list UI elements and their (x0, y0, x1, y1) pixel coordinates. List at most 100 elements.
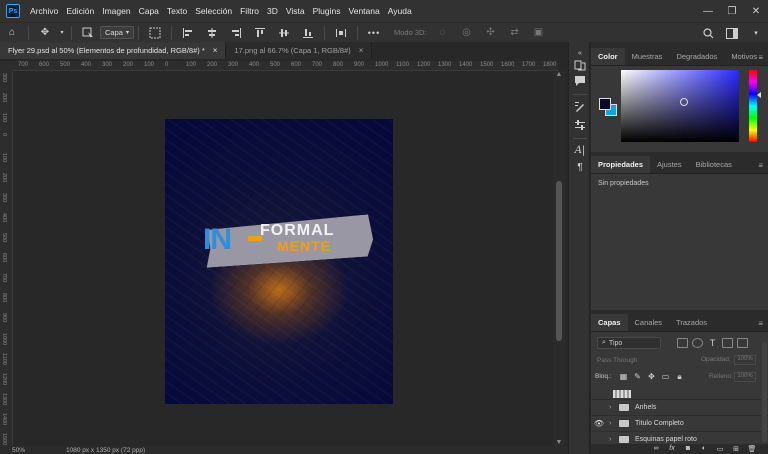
ruler-corner[interactable] (0, 61, 13, 71)
menu-filtro[interactable]: Filtro (236, 0, 263, 22)
character-icon[interactable]: A| (573, 143, 587, 157)
tab-17-png[interactable]: 17.png al 66.7% (Capa 1, RGB/8#) × (226, 42, 373, 59)
opacity-input[interactable]: 100% (734, 355, 756, 365)
chevron-right-icon[interactable]: › (609, 404, 617, 411)
paragraph-icon[interactable]: ¶ (573, 160, 587, 174)
menu-vista[interactable]: Vista (282, 0, 309, 22)
tab-muestras[interactable]: Muestras (625, 48, 670, 65)
align-right-icon[interactable] (229, 26, 243, 40)
tab-propiedades[interactable]: Propiedades (591, 156, 651, 173)
slide-3d-icon[interactable]: ⇄ (508, 26, 522, 40)
close-tab-icon[interactable]: × (359, 46, 364, 55)
lock-all-icon[interactable]: 🔒︎ (675, 372, 684, 381)
home-icon[interactable]: ⌂ (5, 26, 19, 40)
align-top-icon[interactable] (253, 26, 267, 40)
move-tool-icon[interactable]: ✥ (38, 26, 52, 40)
lock-transparent-icon[interactable]: ▦ (619, 372, 628, 381)
menu-imagen[interactable]: Imagen (98, 0, 134, 22)
orbit-3d-icon[interactable]: ◌ (436, 26, 450, 40)
chevron-right-icon[interactable]: › (609, 420, 617, 427)
tab-bibliotecas[interactable]: Bibliotecas (689, 156, 739, 173)
close-tab-icon[interactable]: × (213, 46, 218, 55)
adjustments-sliders-icon[interactable] (573, 118, 587, 132)
menu-ayuda[interactable]: Ayuda (384, 0, 416, 22)
color-picker-marker[interactable] (680, 98, 688, 106)
align-center-icon[interactable] (205, 26, 219, 40)
scroll-down-icon[interactable]: ▼ (553, 439, 565, 446)
adjustment-icon[interactable]: ◐ (699, 445, 709, 454)
horizontal-ruler[interactable]: 700 600 500 400 300 200 100 0 100 200 300 400 500 600… (13, 61, 558, 71)
scroll-up-icon[interactable]: ▲ (553, 71, 565, 78)
fill-input[interactable]: 100% (734, 372, 756, 382)
menu-capa[interactable]: Capa (135, 0, 163, 22)
more-options-icon[interactable]: ••• (367, 26, 381, 40)
tab-capas[interactable]: Capas (591, 314, 628, 331)
scroll-thumb[interactable] (556, 181, 562, 341)
tab-degradados[interactable]: Degradados (669, 48, 724, 65)
align-left-icon[interactable] (181, 26, 195, 40)
canvas-vertical-scrollbar[interactable]: ▲ ▼ (553, 71, 565, 446)
lock-artboard-icon[interactable]: ▭ (661, 372, 670, 381)
restore-button[interactable]: ❐ (720, 6, 744, 17)
roll-3d-icon[interactable]: ◎ (460, 26, 474, 40)
layers-scrollbar[interactable] (762, 342, 767, 442)
tab-trazados[interactable]: Trazados (669, 314, 714, 331)
layer-filter-select[interactable]: ⌕ Tipo (597, 337, 661, 349)
layer-select[interactable]: Capa ▾ (100, 26, 134, 39)
align-bottom-icon[interactable] (301, 26, 315, 40)
color-picker-field[interactable] (621, 70, 739, 142)
layer-row[interactable]: 👁︎ › Titulo Completo (591, 415, 768, 431)
trash-icon[interactable]: 🗑︎ (747, 445, 757, 454)
close-window-button[interactable]: ✕ (744, 6, 768, 17)
blend-mode-select[interactable]: Pass Through (597, 355, 677, 366)
menu-edicion[interactable]: Edición (62, 0, 98, 22)
menu-ventana[interactable]: Ventana (345, 0, 384, 22)
brush-settings-icon[interactable] (573, 100, 587, 114)
lock-pixels-icon[interactable]: ✎ (633, 372, 642, 381)
minimize-button[interactable]: — (696, 6, 720, 17)
document-canvas[interactable]: IN FORMAL MENTE (165, 119, 393, 404)
panel-menu-icon[interactable]: ≡ (758, 53, 763, 62)
eye-icon[interactable]: 👁︎ (591, 419, 607, 428)
history-icon[interactable] (573, 58, 587, 72)
distribute-icon[interactable] (334, 26, 348, 40)
search-icon[interactable] (701, 26, 715, 40)
tab-flyer-29[interactable]: Flyer 29.psd al 50% (Elementos de profun… (0, 42, 227, 59)
panel-menu-icon[interactable]: ≡ (758, 161, 763, 170)
lock-position-icon[interactable]: ✥ (647, 372, 656, 381)
tab-canales[interactable]: Canales (628, 314, 670, 331)
comments-icon[interactable] (573, 74, 587, 88)
drag-3d-icon[interactable]: ✣ (484, 26, 498, 40)
tab-color[interactable]: Color (591, 48, 625, 65)
hue-slider-handle[interactable] (757, 92, 761, 98)
align-middle-icon[interactable] (277, 26, 291, 40)
canvas-area[interactable]: IN FORMAL MENTE (13, 71, 553, 446)
chevron-right-icon[interactable]: › (609, 436, 617, 443)
menu-plugins[interactable]: Plugins (309, 0, 345, 22)
type-filter-icon[interactable]: T (707, 338, 718, 348)
chevron-down-icon[interactable]: ▾ (749, 26, 763, 40)
new-layer-icon[interactable]: ⊞ (731, 445, 741, 454)
shape-filter-icon[interactable] (722, 338, 733, 348)
smart-object-filter-icon[interactable] (737, 338, 748, 348)
menu-archivo[interactable]: Archivo (26, 0, 62, 22)
menu-texto[interactable]: Texto (163, 0, 191, 22)
pixel-filter-icon[interactable] (677, 338, 688, 348)
mask-icon[interactable]: ◙ (683, 445, 693, 454)
hue-slider[interactable] (749, 70, 757, 142)
vertical-ruler[interactable]: 300 200 100 0 100 200 300 400 500 600 700 800 900 100… (0, 71, 13, 446)
document-info[interactable]: 1080 px x 1350 px (72 ppp) (66, 447, 145, 454)
link-icon[interactable]: ∞ (651, 445, 661, 454)
tab-ajustes[interactable]: Ajustes (650, 156, 689, 173)
scale-3d-icon[interactable]: ▣ (532, 26, 546, 40)
chevron-down-icon[interactable]: ▾ (59, 26, 65, 40)
foreground-color-swatch[interactable] (599, 98, 611, 110)
auto-select-icon[interactable] (81, 26, 95, 40)
folder-icon[interactable]: ▭ (715, 445, 725, 454)
workspace-icon[interactable] (725, 26, 739, 40)
layer-row[interactable]: › Anhels (591, 399, 768, 415)
adjustment-filter-icon[interactable] (692, 338, 703, 348)
fx-icon[interactable]: fx (667, 445, 677, 454)
menu-3d[interactable]: 3D (263, 0, 282, 22)
transform-controls-icon[interactable] (148, 26, 162, 40)
